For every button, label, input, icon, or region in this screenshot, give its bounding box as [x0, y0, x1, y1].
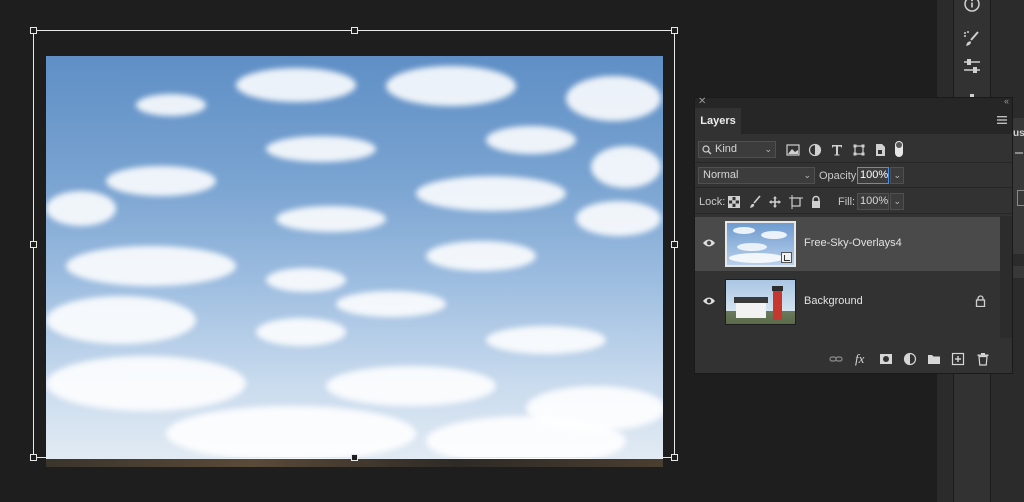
layers-panel: ✕ ‹‹ Layers Kind ⌄ Normal ⌄ Opacity: 100… — [694, 96, 1013, 374]
layer-mask-icon[interactable] — [879, 352, 893, 366]
kind-filter-select[interactable]: Kind ⌄ — [698, 141, 776, 158]
chevron-down-icon: ⌄ — [893, 196, 901, 206]
blend-opacity-row: Normal ⌄ Opacity: 100% ⌄ — [695, 163, 1012, 188]
lock-position-icon[interactable] — [768, 195, 782, 209]
lock-all-icon[interactable] — [809, 195, 823, 209]
new-layer-icon[interactable] — [951, 352, 965, 366]
transform-handle-middle-left[interactable] — [30, 241, 37, 248]
info-icon[interactable] — [962, 0, 982, 14]
lock-fill-row: Lock: Fill: 100% ⌄ — [695, 188, 1012, 214]
image-filter-icon[interactable] — [786, 143, 800, 157]
shape-filter-icon[interactable] — [852, 143, 866, 157]
kind-filter-label: Kind — [715, 143, 738, 155]
layer-thumbnail-background[interactable] — [725, 279, 796, 325]
layers-scrollbar[interactable] — [1000, 216, 1012, 338]
partial-panel-mark — [1015, 152, 1023, 154]
link-layers-icon[interactable] — [829, 352, 843, 366]
brush-settings-icon[interactable] — [962, 29, 982, 49]
transform-handle-bottom-left[interactable] — [30, 454, 37, 461]
transform-handle-top-center[interactable] — [351, 27, 358, 34]
partial-panel-text: us — [1013, 128, 1024, 139]
adjustments-sliders-icon[interactable] — [962, 56, 982, 76]
search-icon — [702, 145, 712, 155]
opacity-input[interactable]: 100% — [857, 167, 889, 184]
thumb-house — [736, 302, 766, 318]
thumb-lighthouse — [773, 290, 782, 320]
lock-label: Lock: — [699, 196, 726, 208]
chevron-down-icon: ⌄ — [764, 144, 772, 154]
layer-name-sky[interactable]: Free-Sky-Overlays4 — [804, 237, 902, 249]
layers-panel-footer: fx — [695, 345, 1012, 373]
filter-row: Kind ⌄ — [695, 135, 1012, 163]
layer-row-background[interactable]: Background — [695, 275, 1000, 329]
collapse-panel-icon[interactable]: ‹‹ — [1004, 96, 1009, 106]
filter-toggle-icon[interactable] — [893, 140, 905, 158]
chevron-down-icon: ⌄ — [893, 170, 901, 180]
thumb-cloud — [761, 231, 787, 239]
layer-row-sky[interactable]: Free-Sky-Overlays4 — [695, 217, 1000, 271]
chevron-down-icon: ⌄ — [803, 170, 811, 180]
panel-tab-row: Layers — [695, 108, 1012, 134]
smart-object-badge-mark — [784, 255, 790, 261]
lock-image-pixels-icon[interactable] — [748, 195, 762, 209]
fill-dropdown-button[interactable]: ⌄ — [890, 193, 904, 210]
adjustment-layer-icon[interactable] — [903, 352, 917, 366]
tab-layers[interactable]: Layers — [695, 108, 741, 134]
thumb-cloud — [729, 253, 784, 263]
eye-visibility-icon[interactable] — [702, 237, 716, 249]
layer-name-background[interactable]: Background — [804, 295, 863, 307]
opacity-label: Opacity: — [819, 170, 860, 182]
blend-mode-select[interactable]: Normal ⌄ — [698, 167, 815, 184]
group-folder-icon[interactable] — [927, 352, 941, 366]
smart-object-filter-icon[interactable] — [873, 143, 887, 157]
panel-menu-icon[interactable] — [997, 115, 1007, 125]
transform-handle-bottom-center[interactable] — [351, 454, 358, 461]
fx-icon[interactable]: fx — [855, 351, 864, 367]
partial-panel-bracket — [1017, 190, 1024, 206]
fill-input[interactable]: 100% — [857, 193, 889, 210]
close-icon[interactable]: ✕ — [698, 96, 706, 107]
transform-handle-top-left[interactable] — [30, 27, 37, 34]
adjustment-filter-icon[interactable] — [808, 143, 822, 157]
type-filter-icon[interactable] — [830, 143, 844, 157]
thumb-cloud — [733, 227, 755, 234]
transform-handle-bottom-right[interactable] — [671, 454, 678, 461]
free-transform-bounding-box[interactable] — [30, 27, 678, 461]
eye-visibility-icon[interactable] — [702, 295, 716, 307]
layer-thumbnail-sky[interactable] — [725, 221, 796, 267]
fill-label: Fill: — [838, 196, 856, 208]
layer-lock-icon[interactable] — [975, 295, 986, 307]
delete-layer-icon[interactable] — [976, 352, 990, 366]
blend-mode-value: Normal — [703, 169, 739, 181]
thumb-roof — [734, 297, 768, 303]
smart-object-badge-icon — [781, 252, 792, 263]
lock-transparent-pixels-icon[interactable] — [727, 195, 741, 209]
lock-artboard-icon[interactable] — [789, 195, 803, 209]
thumb-cloud — [737, 243, 767, 251]
opacity-dropdown-button[interactable]: ⌄ — [890, 167, 904, 184]
thumb-lighthouse-top — [772, 286, 783, 291]
transform-handle-middle-right[interactable] — [671, 241, 678, 248]
panel-title-bar: ✕ ‹‹ — [695, 96, 1012, 108]
transform-handle-top-right[interactable] — [671, 27, 678, 34]
